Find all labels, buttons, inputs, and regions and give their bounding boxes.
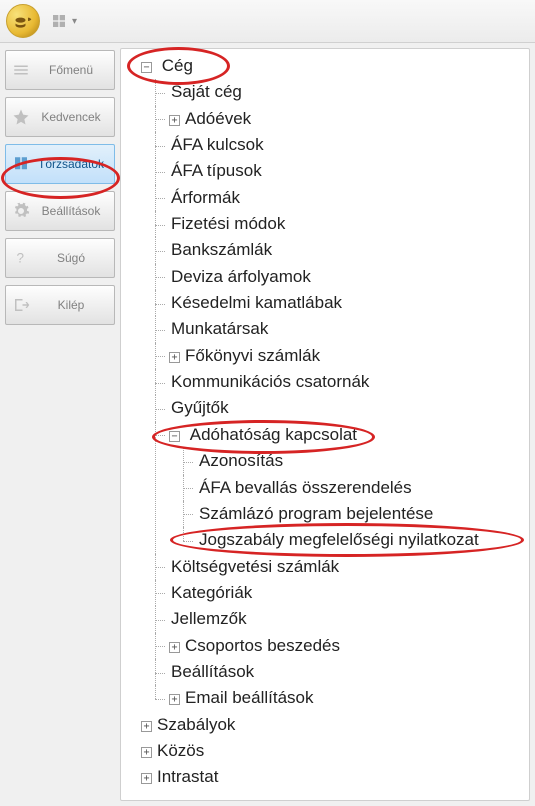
tree-node[interactable]: Költségvetési számlák bbox=[155, 554, 527, 580]
sidebar-item-label: Súgó bbox=[36, 251, 114, 265]
titlebar: ▾ bbox=[0, 0, 535, 43]
sidebar-item-settings[interactable]: Beállítások bbox=[5, 191, 115, 231]
tree-node[interactable]: Szabályok bbox=[127, 712, 527, 738]
tree-node[interactable]: ÁFA kulcsok bbox=[155, 132, 527, 158]
star-icon bbox=[6, 108, 36, 126]
tree-node[interactable]: Adóévek bbox=[155, 106, 527, 132]
gear-icon bbox=[6, 202, 36, 220]
sidebar-item-label: Beállítások bbox=[36, 204, 114, 218]
tree-node[interactable]: Közös bbox=[127, 738, 527, 764]
collapse-icon[interactable] bbox=[169, 431, 180, 442]
tree-node[interactable]: Email beállítások bbox=[155, 685, 527, 711]
tree-node-label[interactable]: Cég bbox=[160, 56, 195, 75]
help-icon: ? bbox=[6, 249, 36, 267]
sidebar-item-masterdata[interactable]: Törzsadatok bbox=[5, 144, 115, 184]
sidebar-item-label: Törzsadatok bbox=[36, 157, 114, 171]
tree-node[interactable]: Kommunikációs csatornák bbox=[155, 369, 527, 395]
menu-icon bbox=[6, 61, 36, 79]
expand-icon[interactable] bbox=[141, 747, 152, 758]
tree-panel: Cég Saját cég Adóévek ÁFA kulcsok ÁFA tí… bbox=[120, 48, 530, 801]
tree-node-root[interactable]: Cég Saját cég Adóévek ÁFA kulcsok ÁFA tí… bbox=[127, 53, 527, 712]
tree-node[interactable]: Munkatársak bbox=[155, 316, 527, 342]
collapse-icon[interactable] bbox=[141, 62, 152, 73]
sidebar-item-exit[interactable]: Kilép bbox=[5, 285, 115, 325]
expand-icon[interactable] bbox=[169, 352, 180, 363]
exit-icon bbox=[6, 296, 36, 314]
tree-node[interactable]: ÁFA típusok bbox=[155, 158, 527, 184]
sidebar-item-label: Kilép bbox=[36, 298, 114, 312]
tree-node[interactable]: Deviza árfolyamok bbox=[155, 264, 527, 290]
tree-node-adohatosag[interactable]: Adóhatóság kapcsolat Azonosítás ÁFA beva… bbox=[155, 422, 527, 554]
tree-node[interactable]: Kategóriák bbox=[155, 580, 527, 606]
tree-node[interactable]: Azonosítás bbox=[183, 448, 527, 474]
tree-node[interactable]: Árformák bbox=[155, 185, 527, 211]
tree: Cég Saját cég Adóévek ÁFA kulcsok ÁFA tí… bbox=[123, 53, 527, 791]
tree-node[interactable]: Saját cég bbox=[155, 79, 527, 105]
tree-node[interactable]: Intrastat bbox=[127, 764, 527, 790]
tree-node[interactable]: Számlázó program bejelentése bbox=[183, 501, 527, 527]
sidebar-item-home[interactable]: Főmenü bbox=[5, 50, 115, 90]
tree-node[interactable]: Főkönyvi számlák bbox=[155, 343, 527, 369]
tree-node-jogszabaly[interactable]: Jogszabály megfelelőségi nyilatkozat bbox=[183, 527, 527, 553]
expand-icon[interactable] bbox=[141, 721, 152, 732]
expand-icon[interactable] bbox=[169, 642, 180, 653]
tree-node[interactable]: Jellemzők bbox=[155, 606, 527, 632]
tree-node[interactable]: Gyűjtők bbox=[155, 395, 527, 421]
svg-text:?: ? bbox=[17, 251, 25, 266]
sidebar-item-label: Kedvencek bbox=[36, 110, 114, 124]
sidebar: Főmenü Kedvencek Törzsadatok Beállítások… bbox=[0, 43, 120, 806]
book-icon bbox=[6, 155, 36, 173]
tree-node[interactable]: Fizetési módok bbox=[155, 211, 527, 237]
tree-node[interactable]: ÁFA bevallás összerendelés bbox=[183, 475, 527, 501]
sidebar-item-favorites[interactable]: Kedvencek bbox=[5, 97, 115, 137]
tree-node[interactable]: Bankszámlák bbox=[155, 237, 527, 263]
expand-icon[interactable] bbox=[169, 694, 180, 705]
tree-node[interactable]: Beállítások bbox=[155, 659, 527, 685]
qat-dropdown-icon[interactable]: ▾ bbox=[72, 16, 77, 27]
office-icon[interactable] bbox=[50, 12, 68, 30]
tree-node[interactable]: Késedelmi kamatlábak bbox=[155, 290, 527, 316]
sidebar-item-label: Főmenü bbox=[36, 63, 114, 77]
expand-icon[interactable] bbox=[169, 115, 180, 126]
sidebar-item-help[interactable]: ? Súgó bbox=[5, 238, 115, 278]
expand-icon[interactable] bbox=[141, 773, 152, 784]
app-orb[interactable] bbox=[6, 4, 40, 38]
tree-node[interactable]: Csoportos beszedés bbox=[155, 633, 527, 659]
